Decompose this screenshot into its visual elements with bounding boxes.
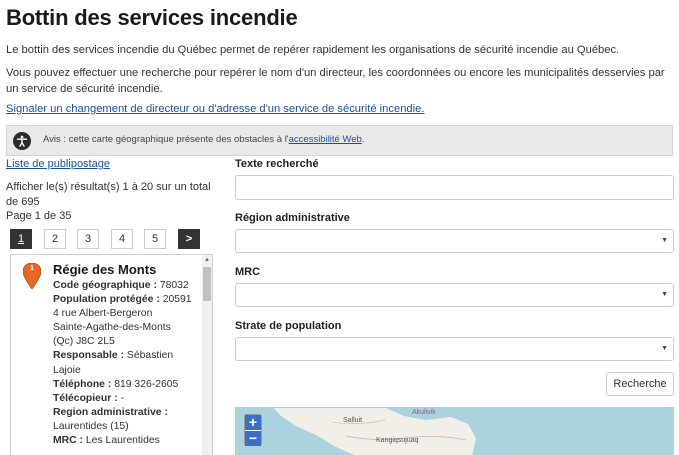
mrc-select[interactable]: ▼ [235, 283, 674, 307]
mailing-list-link[interactable]: Liste de publipostage [6, 158, 110, 170]
population-value: 20591 [162, 294, 192, 306]
accessibility-notice: Avis : cette carte géographique présente… [6, 125, 673, 156]
zoom-in-button[interactable]: + [245, 415, 261, 430]
accessibility-web-link[interactable]: accessibilité Web [289, 134, 362, 145]
region-label: Région administrative [235, 212, 350, 224]
region-value: Laurentides (15) [53, 420, 129, 432]
page-title: Bottin des services incendie [6, 5, 298, 30]
strate-select[interactable]: ▼ [235, 337, 674, 361]
page-info: Page 1 de 35 [6, 210, 72, 222]
map-label-kangiqsujuaq: Kangiqsujuaq [376, 437, 419, 444]
address-line-3: (Qc) J8C 2L5 [53, 336, 115, 348]
report-change-period: . [421, 103, 425, 115]
entry-telecopieur: Télécopieur : - [53, 392, 203, 406]
results-list[interactable]: 1 Régie des Monts Code géographique : 78… [10, 254, 213, 455]
map[interactable]: Salluit Kangiqsujuaq Akulivik + − [235, 407, 674, 455]
report-change-link[interactable]: Signaler un changement de directeur ou d… [6, 103, 421, 115]
entry-code: Code géographique : 78032 [53, 279, 203, 293]
results-scrollbar[interactable]: ▲ [202, 255, 212, 455]
results-summary: Afficher le(s) résultat(s) 1 à 20 sur un… [6, 181, 211, 208]
mrc-value: Les Laurentides [85, 435, 160, 447]
map-land [274, 408, 476, 455]
mrc-label: MRC : [53, 435, 84, 447]
entry-population: Population protégée : 20591 [53, 293, 203, 307]
next-page-button[interactable]: > [178, 229, 200, 249]
notice-text-before: Avis : cette carte géographique présente… [43, 134, 289, 145]
page-1-button[interactable]: 1 [10, 229, 32, 249]
search-text-input[interactable] [235, 175, 674, 200]
entry-name: Régie des Monts [53, 262, 157, 277]
page-5-button[interactable]: 5 [144, 229, 166, 249]
telecopieur-value: - [120, 392, 125, 404]
entry-mrc: MRC : Les Laurentides [53, 434, 203, 448]
search-text-label: Texte recherché [235, 158, 319, 170]
marker-number: 1 [30, 265, 34, 272]
entry-region: Region administrative : Laurentides (15) [53, 406, 203, 434]
telecopieur-label: Télécopieur : [53, 392, 118, 404]
chevron-down-icon: ▼ [661, 345, 668, 352]
responsable-label: Responsable : [53, 350, 125, 362]
map-zoom-controls: + − [244, 414, 262, 446]
map-label-akulivik: Akulivik [412, 409, 436, 416]
map-label-salluit: Salluit [343, 417, 363, 424]
chevron-down-icon: ▼ [661, 237, 668, 244]
map-marker-icon: 1 [22, 262, 42, 290]
page-3-button[interactable]: 3 [77, 229, 99, 249]
intro-text-2: Vous pouvez effectuer une recherche pour… [6, 67, 665, 95]
strate-label: Strate de population [235, 320, 342, 332]
accessibility-icon [13, 132, 31, 150]
accessibility-notice-text: Avis : cette carte géographique présente… [43, 134, 364, 145]
scroll-up-arrow-icon[interactable]: ▲ [203, 256, 211, 264]
search-button[interactable]: Recherche [606, 372, 674, 396]
code-label: Code géographique : [53, 280, 157, 291]
telephone-value: 819 326-2605 [114, 378, 179, 390]
region-label: Region administrative : [53, 406, 168, 418]
result-entry: Régie des Monts Code géographique : 7803… [53, 262, 203, 448]
region-select[interactable]: ▼ [235, 229, 674, 253]
mrc-label: MRC [235, 266, 261, 278]
report-change-link-wrapper: Signaler un changement de directeur ou d… [6, 103, 424, 115]
page-4-button[interactable]: 4 [111, 229, 133, 249]
intro-text: Le bottin des services incendie du Québe… [6, 44, 620, 56]
notice-text-after: . [361, 134, 365, 145]
scrollbar-thumb[interactable] [203, 267, 211, 301]
page-2-button[interactable]: 2 [44, 229, 66, 249]
population-label: Population protégée : [53, 294, 160, 306]
entry-responsable: Responsable : Sébastien Lajoie [53, 349, 203, 377]
address-line-1: 4 rue Albert-Bergeron [53, 308, 153, 320]
address-line-2: Sainte-Agathe-des-Monts [53, 322, 171, 334]
zoom-out-button[interactable]: − [245, 431, 261, 446]
chevron-down-icon: ▼ [661, 291, 668, 298]
code-value: 78032 [159, 280, 189, 291]
entry-telephone: Téléphone : 819 326-2605 [53, 378, 203, 392]
telephone-label: Téléphone : [53, 378, 112, 390]
